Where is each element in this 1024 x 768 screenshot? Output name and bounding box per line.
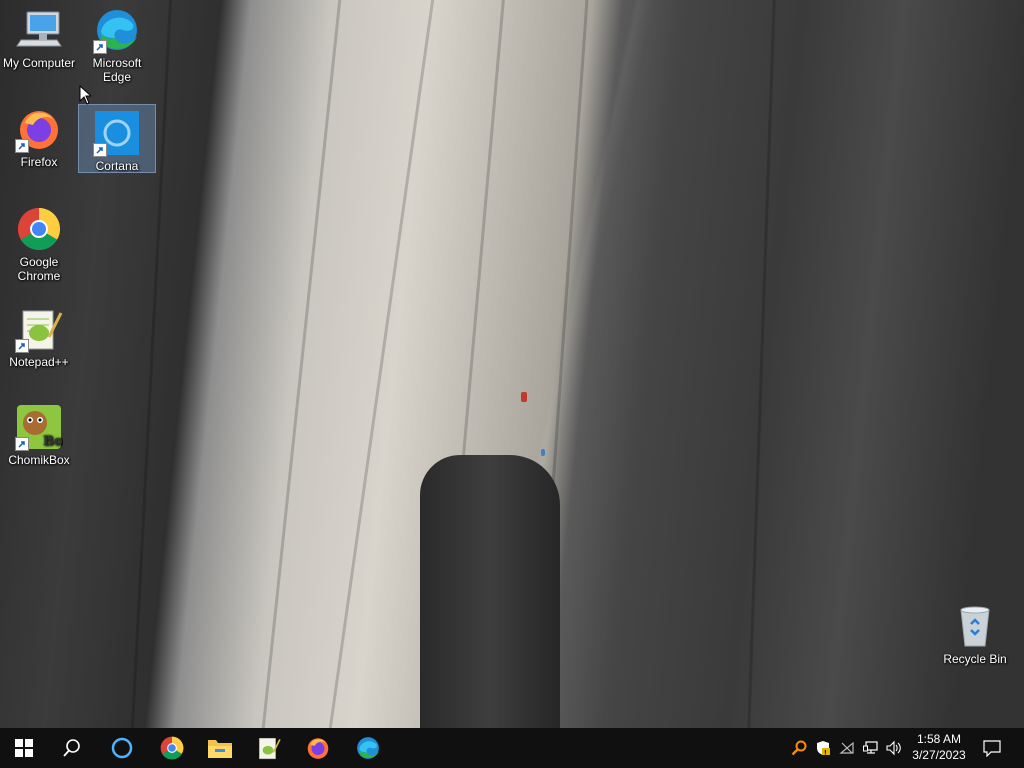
search-button[interactable] <box>48 728 96 768</box>
chrome-icon <box>15 205 63 253</box>
search-icon <box>63 739 80 757</box>
taskbar-edge[interactable] <box>344 728 392 768</box>
desktop-icon-cortana[interactable]: Cortana <box>78 104 156 173</box>
desktop[interactable]: My Computer Microsoft Edge Firefox Corta… <box>0 0 1024 728</box>
cortana-button[interactable] <box>98 728 146 768</box>
rock-streak <box>261 0 342 728</box>
shortcut-arrow-icon <box>93 40 107 54</box>
desktop-icon-label: My Computer <box>2 56 76 70</box>
desktop-icon-chomikbox[interactable]: Box ChomikBox <box>1 403 77 467</box>
climber-figure <box>541 449 545 456</box>
tray-security[interactable]: ! <box>812 728 834 768</box>
desktop-icon-label: Recycle Bin <box>943 652 1007 666</box>
recycle-bin-icon <box>951 602 999 650</box>
clock-time: 1:58 AM <box>916 732 962 746</box>
svg-text:Box: Box <box>43 434 63 449</box>
notepadpp-icon <box>15 305 63 353</box>
tray-volume[interactable] <box>883 728 905 768</box>
computer-icon <box>15 6 63 54</box>
edge-icon <box>93 6 141 54</box>
network-icon <box>863 741 878 754</box>
desktop-icon-label: Notepad++ <box>9 355 69 369</box>
desktop-icon-firefox[interactable]: Firefox <box>1 105 77 169</box>
taskbar: ! 1:58 AM 3/27/2023 <box>0 728 1024 768</box>
rock-streak <box>328 0 435 728</box>
firefox-icon <box>307 738 329 759</box>
shortcut-arrow-icon <box>15 339 29 353</box>
desktop-icon-my-computer[interactable]: My Computer <box>1 6 77 70</box>
taskbar-firefox[interactable] <box>294 728 342 768</box>
start-icon <box>15 739 33 757</box>
clock-date: 3/27/2023 <box>912 748 966 762</box>
desktop-icon-notepadpp[interactable]: Notepad++ <box>1 305 77 369</box>
volume-icon <box>886 740 901 756</box>
tray-search-tool[interactable] <box>788 728 810 768</box>
action-center-button[interactable] <box>976 728 1008 768</box>
cortana-icon <box>111 737 133 759</box>
chrome-icon <box>160 736 184 760</box>
desktop-icon-label: ChomikBox <box>8 453 70 467</box>
climber-figure <box>521 392 527 402</box>
shortcut-arrow-icon <box>15 139 29 153</box>
tray-network-status[interactable] <box>836 728 858 768</box>
search-tool-icon <box>791 740 807 756</box>
desktop-icon-label: Cortana <box>95 159 139 173</box>
tray-network[interactable] <box>860 728 882 768</box>
svg-text:!: ! <box>824 750 827 757</box>
edge-icon <box>357 737 379 759</box>
chomikbox-icon: Box <box>15 403 71 451</box>
rock-streak <box>747 0 776 728</box>
taskbar-file-explorer[interactable] <box>196 728 244 768</box>
cortana-icon <box>93 109 141 157</box>
desktop-icon-google-chrome[interactable]: Google Chrome <box>1 205 77 283</box>
desktop-icon-microsoft-edge[interactable]: Microsoft Edge <box>79 6 155 84</box>
action-center-icon <box>983 740 1001 757</box>
desktop-icon-recycle-bin[interactable]: Recycle Bin <box>937 602 1013 666</box>
file-explorer-icon <box>208 740 232 758</box>
start-button[interactable] <box>0 728 48 768</box>
rock-pillar <box>420 455 560 728</box>
security-shield-icon: ! <box>817 741 830 757</box>
shortcut-arrow-icon <box>15 437 29 451</box>
desktop-icon-label: Microsoft Edge <box>92 56 142 84</box>
taskbar-clock[interactable]: 1:58 AM 3/27/2023 <box>906 728 972 768</box>
desktop-icon-label: Google Chrome <box>17 255 61 283</box>
notepadpp-icon <box>259 737 281 760</box>
network-disconnected-icon <box>839 741 854 754</box>
mouse-cursor-icon <box>79 85 91 105</box>
firefox-icon <box>15 105 63 153</box>
shortcut-arrow-icon <box>93 143 107 157</box>
desktop-icon-label: Firefox <box>20 155 58 169</box>
taskbar-chrome[interactable] <box>148 728 196 768</box>
taskbar-notepadpp[interactable] <box>244 728 292 768</box>
